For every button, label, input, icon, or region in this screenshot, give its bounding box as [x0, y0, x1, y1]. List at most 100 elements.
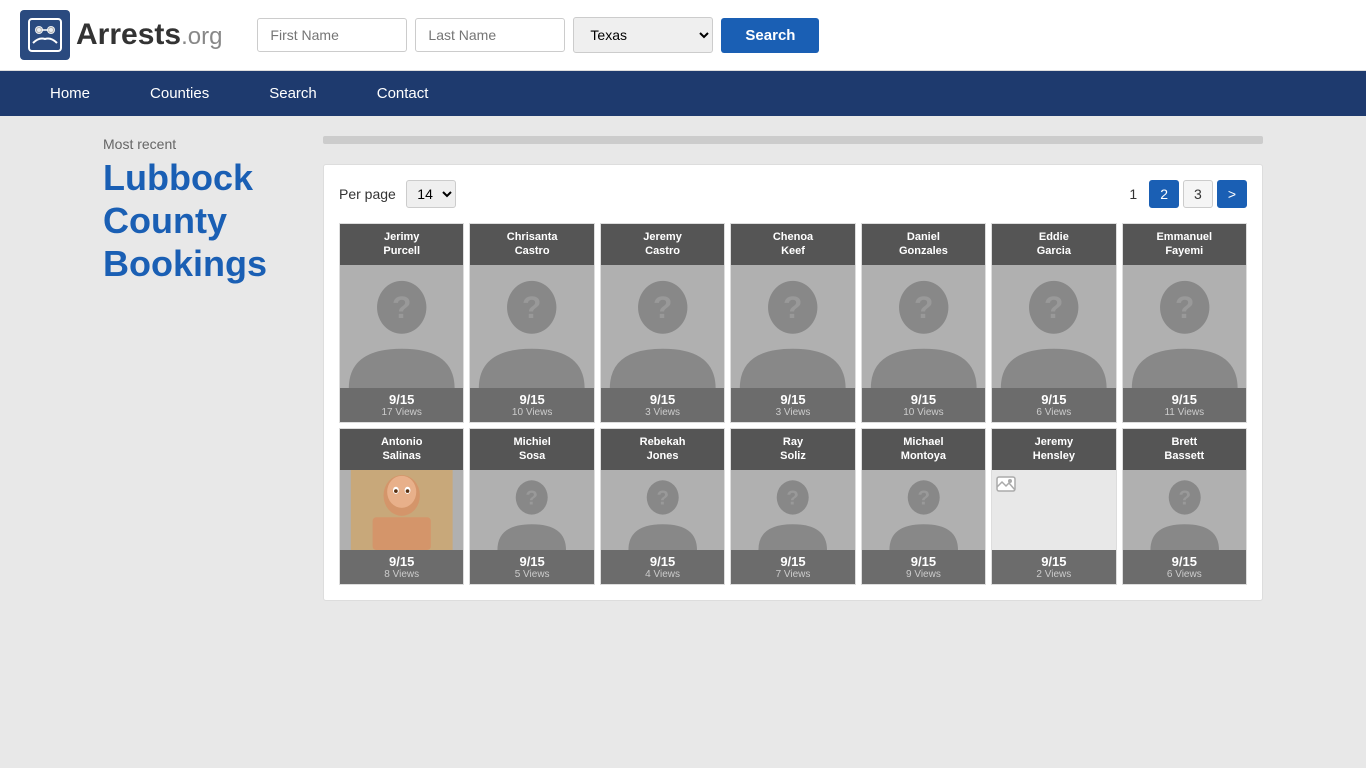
- card-name: ChrisantaCastro: [470, 224, 593, 265]
- card-footer: 9/15 7 Views: [731, 550, 854, 584]
- booking-card[interactable]: MichielSosa ? 9/15 5 Views: [469, 428, 594, 585]
- card-date: 9/15: [603, 392, 722, 407]
- booking-card[interactable]: MichaelMontoya ? 9/15 9 Views: [861, 428, 986, 585]
- card-views: 17 Views: [342, 407, 461, 418]
- card-views: 5 Views: [472, 569, 591, 580]
- card-footer: 9/15 3 Views: [601, 388, 724, 422]
- nav-home[interactable]: Home: [20, 71, 120, 116]
- grid-section: Per page 14 25 50 1 2 3 >: [323, 164, 1263, 601]
- card-date: 9/15: [994, 554, 1113, 569]
- card-footer: 9/15 5 Views: [470, 550, 593, 584]
- cards-grid-row2: AntonioSalinas: [339, 428, 1247, 585]
- right-area: Per page 14 25 50 1 2 3 >: [323, 136, 1263, 601]
- logo-link[interactable]: Arrests.org: [20, 10, 222, 60]
- logo-text: Arrests.org: [76, 18, 222, 52]
- svg-text:?: ?: [653, 288, 672, 324]
- card-footer: 9/15 8 Views: [340, 550, 463, 584]
- svg-text:?: ?: [656, 486, 669, 509]
- booking-card[interactable]: BrettBassett ? 9/15 6 Views: [1122, 428, 1247, 585]
- card-views: 10 Views: [472, 407, 591, 418]
- page-num-1: 1: [1121, 181, 1145, 207]
- card-views: 6 Views: [1125, 569, 1244, 580]
- card-date: 9/15: [864, 554, 983, 569]
- most-recent-label: Most recent: [103, 136, 303, 152]
- header: Arrests.org Texas AlabamaAlaskaArizonaAr…: [0, 0, 1366, 71]
- card-footer: 9/15 11 Views: [1123, 388, 1246, 422]
- booking-card[interactable]: RebekahJones ? 9/15 4 Views: [600, 428, 725, 585]
- content-area: Most recent Lubbock County Bookings Per …: [103, 136, 1263, 601]
- card-date: 9/15: [1125, 554, 1244, 569]
- card-name: BrettBassett: [1123, 429, 1246, 470]
- svg-text:?: ?: [1178, 486, 1191, 509]
- pagination: 1 2 3 >: [1121, 180, 1247, 208]
- card-views: 10 Views: [864, 407, 983, 418]
- card-views: 8 Views: [342, 569, 461, 580]
- first-name-input[interactable]: [257, 18, 407, 52]
- card-name: RebekahJones: [601, 429, 724, 470]
- nav-bar: Home Counties Search Contact: [0, 71, 1366, 116]
- nav-search[interactable]: Search: [239, 71, 347, 116]
- card-name: EddieGarcia: [992, 224, 1115, 265]
- card-footer: 9/15 10 Views: [470, 388, 593, 422]
- card-views: 7 Views: [733, 569, 852, 580]
- card-photo: ?: [470, 265, 593, 388]
- card-footer: 9/15 9 Views: [862, 550, 985, 584]
- state-select[interactable]: Texas AlabamaAlaskaArizonaArkansas Calif…: [573, 17, 713, 53]
- next-page-button[interactable]: >: [1217, 180, 1247, 208]
- search-button[interactable]: Search: [721, 18, 819, 53]
- card-photo: [340, 470, 463, 550]
- main-container: Most recent Lubbock County Bookings Per …: [83, 116, 1283, 621]
- card-name: DanielGonzales: [862, 224, 985, 265]
- page-2-link[interactable]: 2: [1149, 180, 1179, 208]
- booking-card[interactable]: DanielGonzales ? 9/15 10 Views: [861, 223, 986, 423]
- logo-icon: [20, 10, 70, 60]
- grid-controls: Per page 14 25 50 1 2 3 >: [339, 180, 1247, 208]
- svg-text:?: ?: [1044, 288, 1063, 324]
- card-date: 9/15: [994, 392, 1113, 407]
- booking-card[interactable]: RaySoliz ? 9/15 7 Views: [730, 428, 855, 585]
- booking-card[interactable]: EddieGarcia ? 9/15 6 Views: [991, 223, 1116, 423]
- header-search-form: Texas AlabamaAlaskaArizonaArkansas Calif…: [257, 17, 819, 53]
- card-photo: ?: [731, 470, 854, 550]
- svg-text:?: ?: [1175, 288, 1194, 324]
- page-3-link[interactable]: 3: [1183, 180, 1213, 208]
- card-photo: ?: [470, 470, 593, 550]
- card-date: 9/15: [342, 392, 461, 407]
- card-views: 3 Views: [733, 407, 852, 418]
- last-name-input[interactable]: [415, 18, 565, 52]
- svg-text:?: ?: [914, 288, 933, 324]
- booking-card[interactable]: EmmanuelFayemi ? 9/15 11 Views: [1122, 223, 1247, 423]
- card-footer: 9/15 4 Views: [601, 550, 724, 584]
- card-date: 9/15: [342, 554, 461, 569]
- card-footer: 9/15 2 Views: [992, 550, 1115, 584]
- nav-contact[interactable]: Contact: [347, 71, 459, 116]
- card-name: RaySoliz: [731, 429, 854, 470]
- card-views: 3 Views: [603, 407, 722, 418]
- booking-card[interactable]: JeremyCastro ? 9/15 3 Views: [600, 223, 725, 423]
- booking-card[interactable]: ChenoaKeef ? 9/15 3 Views: [730, 223, 855, 423]
- card-photo: ?: [862, 265, 985, 388]
- card-date: 9/15: [1125, 392, 1244, 407]
- sidebar: Most recent Lubbock County Bookings: [103, 136, 303, 286]
- card-photo: ?: [862, 470, 985, 550]
- card-name: AntonioSalinas: [340, 429, 463, 470]
- scroll-bar[interactable]: [323, 136, 1263, 144]
- card-footer: 9/15 17 Views: [340, 388, 463, 422]
- card-footer: 9/15 6 Views: [1123, 550, 1246, 584]
- svg-text:?: ?: [787, 486, 800, 509]
- svg-text:?: ?: [522, 288, 541, 324]
- booking-card[interactable]: JerimyPurcell ? 9/15 17 Views: [339, 223, 464, 423]
- card-photo: ?: [731, 265, 854, 388]
- nav-counties[interactable]: Counties: [120, 71, 239, 116]
- booking-card[interactable]: ChrisantaCastro ? 9/15 10 Views: [469, 223, 594, 423]
- booking-card[interactable]: JeremyHensley 9/15 2 Views: [991, 428, 1116, 585]
- per-page-select[interactable]: 14 25 50: [406, 180, 456, 208]
- svg-text:?: ?: [526, 486, 539, 509]
- page-title: Lubbock County Bookings: [103, 156, 303, 286]
- booking-card[interactable]: AntonioSalinas: [339, 428, 464, 585]
- svg-text:?: ?: [392, 288, 411, 324]
- per-page-control: Per page 14 25 50: [339, 180, 456, 208]
- svg-text:?: ?: [783, 288, 802, 324]
- card-views: 6 Views: [994, 407, 1113, 418]
- card-name: MichaelMontoya: [862, 429, 985, 470]
